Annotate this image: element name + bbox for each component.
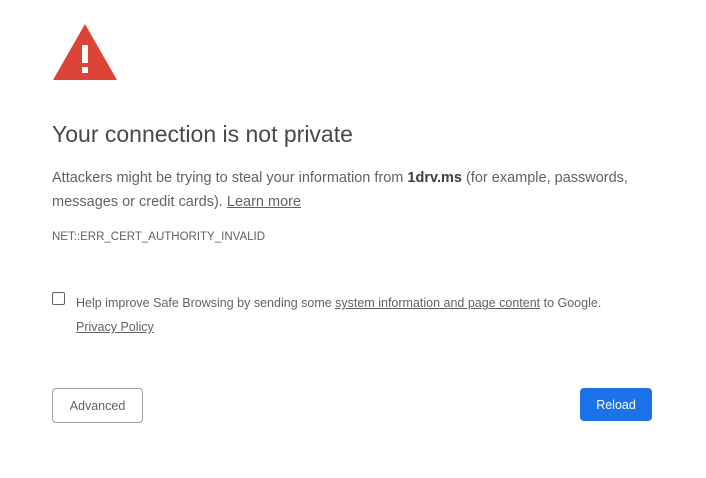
safe-browsing-text-after: to Google. — [540, 296, 602, 310]
error-code: NET::ERR_CERT_AUTHORITY_INVALID — [52, 231, 266, 243]
page-title: Your connection is not private — [52, 121, 353, 147]
explanation-text: Attackers might be trying to steal your … — [52, 167, 662, 214]
host-name: 1drv.ms — [407, 170, 462, 186]
explanation-before-host: Attackers might be trying to steal your … — [52, 170, 408, 186]
learn-more-link[interactable]: Learn more — [227, 194, 301, 210]
safe-browsing-text: Help improve Safe Browsing by sending so… — [76, 291, 676, 339]
advanced-button[interactable]: Advanced — [52, 388, 143, 423]
interstitial-page: Your connection is not private Attackers… — [0, 0, 706, 478]
warning-icon — [53, 24, 117, 80]
system-information-link[interactable]: system information and page content — [335, 296, 540, 310]
reload-button[interactable]: Reload — [580, 388, 652, 421]
safe-browsing-checkbox[interactable] — [52, 292, 65, 305]
privacy-policy-link[interactable]: Privacy Policy — [76, 320, 154, 334]
safe-browsing-text-before: Help improve Safe Browsing by sending so… — [76, 296, 336, 310]
